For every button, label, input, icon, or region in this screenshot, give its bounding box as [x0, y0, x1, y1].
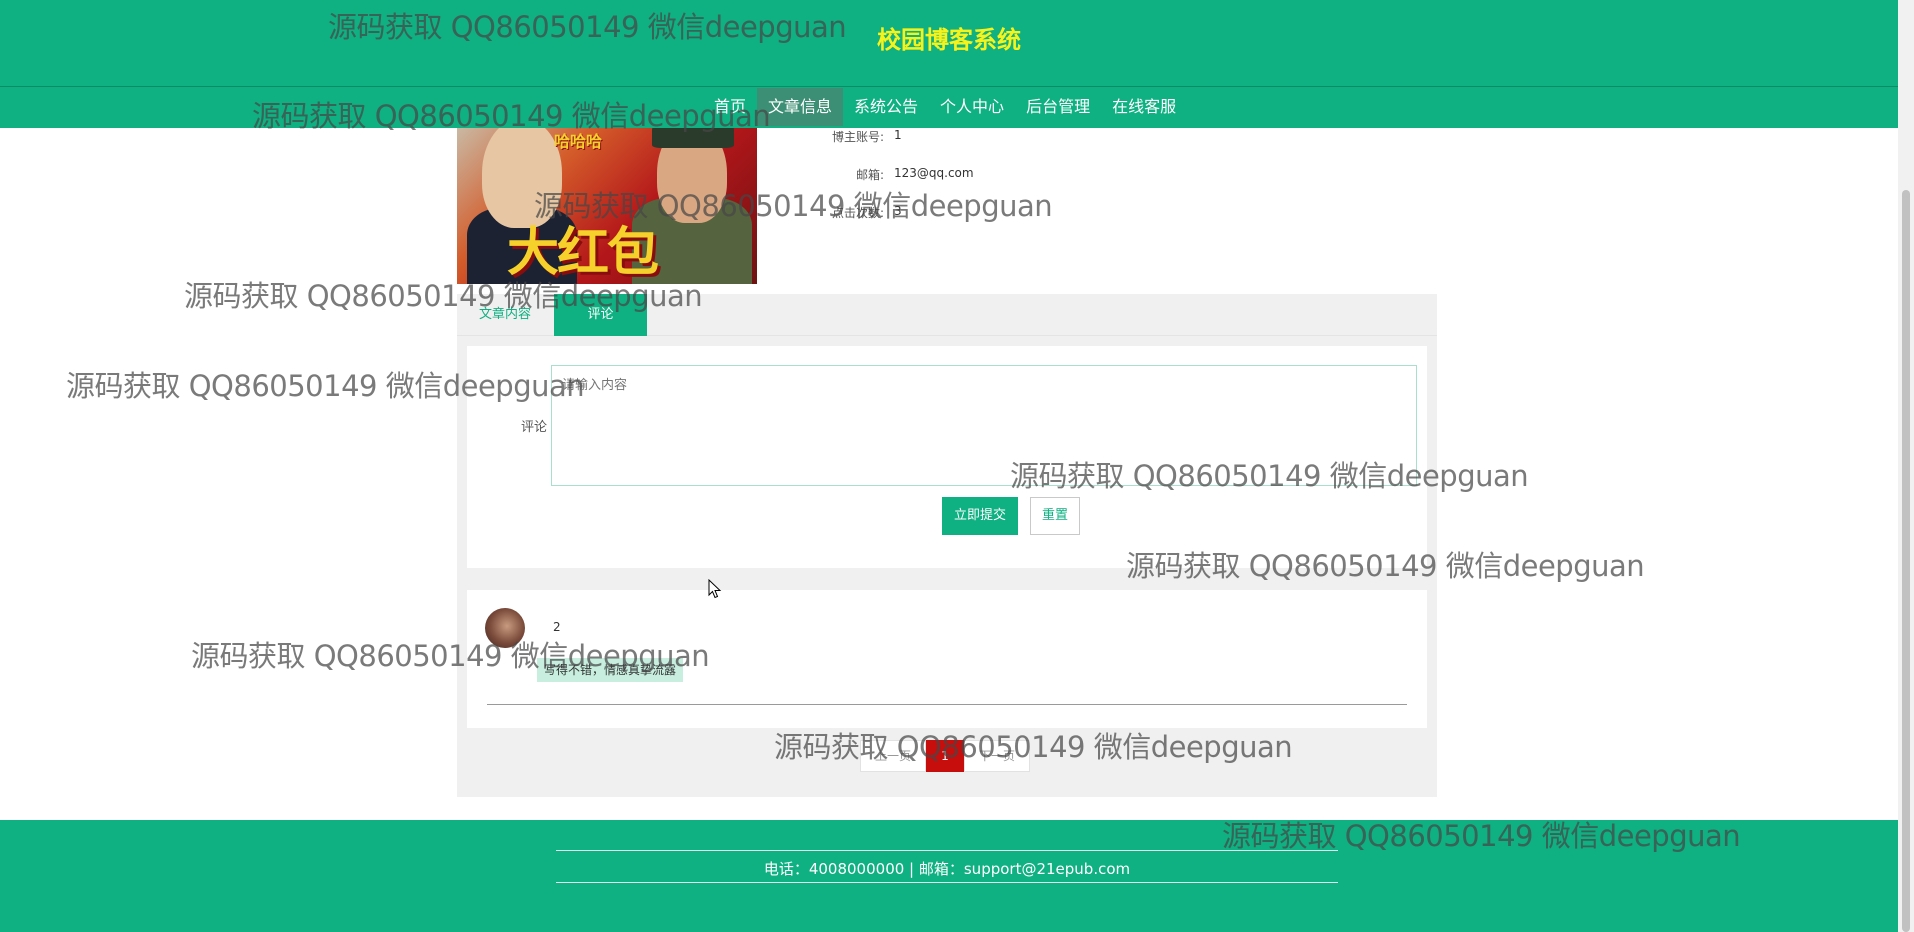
current-page-button[interactable]: 1: [926, 740, 964, 772]
page: 校园博客系统 首页 文章信息 系统公告 个人中心 后台管理 在线客服 哈哈哈 大…: [0, 0, 1898, 932]
submit-button[interactable]: 立即提交: [942, 497, 1018, 535]
footer-contact: 电话：4008000000 | 邮箱：support@21epub.com: [763, 860, 1131, 878]
page-scrollbar[interactable]: [1898, 0, 1914, 932]
article-cover-image: 哈哈哈 大红包: [457, 128, 757, 284]
avatar: [485, 608, 525, 648]
cover-title-text: 大红包: [507, 222, 659, 283]
info-email: 邮箱: 123@qq.com: [800, 166, 974, 183]
info-blogger-account: 博主账号: 1: [800, 128, 902, 145]
comment-label: 评论: [520, 420, 547, 435]
info-value: 123@qq.com: [894, 166, 974, 180]
comment-text: 写得不错，情感真挚流露: [537, 658, 684, 682]
nav-admin[interactable]: 后台管理: [1015, 88, 1101, 126]
nav-customer-service[interactable]: 在线客服: [1101, 88, 1187, 126]
main-nav: 首页 文章信息 系统公告 个人中心 后台管理 在线客服: [703, 88, 1187, 126]
info-label: 博主账号:: [831, 130, 884, 144]
nav-announcements[interactable]: 系统公告: [843, 88, 929, 126]
info-label: 邮箱:: [855, 168, 884, 182]
info-value: 3: [894, 204, 902, 218]
footer-divider-bottom: [556, 882, 1338, 883]
reset-button[interactable]: 重置: [1030, 497, 1080, 535]
info-value: 1: [894, 128, 902, 142]
site-footer: 电话：4008000000 | 邮箱：support@21epub.com: [0, 820, 1898, 932]
nav-home[interactable]: 首页: [703, 88, 757, 126]
comment-form: 评论 立即提交 重置: [467, 346, 1427, 568]
tab-comment[interactable]: 评论: [554, 294, 647, 336]
footer-divider-top: [556, 850, 1338, 851]
comment-username: 2: [553, 620, 561, 634]
comment-list: 2 写得不错，情感真挚流露: [467, 590, 1427, 728]
site-title: 校园博客系统: [877, 26, 1021, 54]
nav-personal-center[interactable]: 个人中心: [929, 88, 1015, 126]
tab-article-content[interactable]: 文章内容: [457, 294, 553, 336]
info-label: 点击次数:: [831, 206, 884, 220]
pagination: 上一页 1 下一页: [860, 740, 1030, 772]
article-detail-panel: 文章内容 评论 评论 立即提交 重置 2 写得不错，情感真挚流露 上一页 1 下…: [457, 294, 1437, 797]
scrollbar-thumb[interactable]: [1902, 190, 1910, 932]
next-page-button[interactable]: 下一页: [964, 740, 1030, 772]
cover-small-text: 哈哈哈: [554, 132, 603, 151]
comment-input[interactable]: [551, 365, 1417, 486]
mouse-cursor-icon: [708, 579, 722, 599]
nav-articles[interactable]: 文章信息: [757, 88, 844, 126]
info-click-count: 点击次数: 3: [800, 204, 902, 221]
comment-divider: [487, 704, 1407, 705]
site-header: 校园博客系统 首页 文章信息 系统公告 个人中心 后台管理 在线客服: [0, 0, 1898, 128]
prev-page-button[interactable]: 上一页: [860, 740, 926, 772]
nav-divider: [0, 86, 1898, 87]
tab-bar: 文章内容 评论: [457, 294, 1437, 336]
